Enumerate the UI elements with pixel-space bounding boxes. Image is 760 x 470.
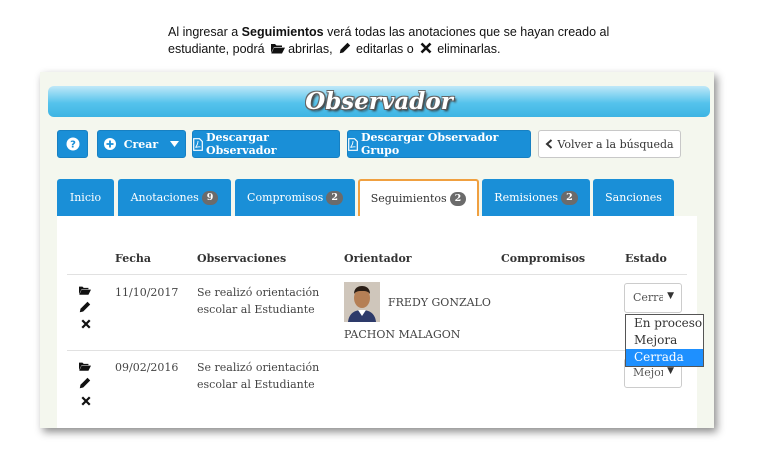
tab-badge: 2 xyxy=(326,190,343,205)
plus-circle-icon xyxy=(103,138,116,150)
banner-title: Observador xyxy=(305,88,453,115)
descargar-grupo-label: Descargar Observador Grupo xyxy=(361,131,499,157)
close-icon[interactable] xyxy=(81,396,91,406)
tab-label: Inicio xyxy=(69,191,102,204)
tab-anotaciones[interactable]: Anotaciones 9 xyxy=(118,179,231,216)
instructions-prefix: Al ingresar a xyxy=(168,25,242,39)
pencil-icon xyxy=(339,42,353,54)
avatar-photo xyxy=(344,282,380,322)
header-orientador: Orientador xyxy=(344,252,412,265)
row1-obs-line1: Se realizó orientación xyxy=(197,286,320,299)
tab-label: Remisiones xyxy=(494,191,559,204)
tab-badge: 2 xyxy=(561,190,578,205)
tab-label: Compromisos xyxy=(247,191,324,204)
row2-obs-line1: Se realizó orientación xyxy=(197,361,320,374)
instructions-text: Al ingresar a Seguimientos verá todas la… xyxy=(168,24,638,58)
tab-label: Sanciones xyxy=(605,191,662,204)
row1-orientador-line1: FREDY GONZALO xyxy=(388,296,491,309)
pencil-icon[interactable] xyxy=(79,377,91,389)
descargar-observador-label: Descargar Observador xyxy=(206,131,277,157)
chevron-left-icon xyxy=(545,139,553,149)
divider xyxy=(67,350,687,351)
dropdown-option-mejora[interactable]: Mejora xyxy=(626,332,703,349)
dropdown-option-cerrada[interactable]: Cerrada xyxy=(626,349,703,366)
folder-open-icon[interactable] xyxy=(79,360,91,372)
descargar-observador-button[interactable]: Descargar Observador xyxy=(192,130,340,158)
estado-value: Cerrada xyxy=(633,291,663,304)
caret-down-icon xyxy=(170,141,180,147)
tab-inicio[interactable]: Inicio xyxy=(57,179,114,216)
row2-fecha: 09/02/2016 xyxy=(115,361,179,374)
banner: Observador xyxy=(48,86,710,117)
help-button[interactable]: ? xyxy=(57,130,88,158)
descargar-grupo-button[interactable]: Descargar Observador Grupo xyxy=(347,130,531,158)
file-pdf-icon xyxy=(348,137,358,151)
instructions-delete: eliminarlas. xyxy=(437,42,501,56)
tab-badge: 2 xyxy=(449,191,467,206)
seguimientos-table: Fecha Observaciones Orientador Compromis… xyxy=(57,216,704,428)
observador-panel: Observador ? Crear Descargar Observador … xyxy=(40,72,714,428)
row1-fecha: 11/10/2017 xyxy=(115,286,179,299)
header-fecha: Fecha xyxy=(115,252,152,265)
tab-sanciones[interactable]: Sanciones xyxy=(593,179,674,216)
svg-text:?: ? xyxy=(70,140,76,151)
caret-down-icon: ▼ xyxy=(667,366,674,376)
header-estado: Estado xyxy=(625,252,667,265)
folder-open-icon xyxy=(271,42,286,54)
row2-obs-line2: escolar al Estudiante xyxy=(197,378,315,391)
tab-label: Seguimientos xyxy=(370,192,447,205)
tab-remisiones[interactable]: Remisiones 2 xyxy=(482,179,590,216)
pencil-icon[interactable] xyxy=(79,301,91,313)
avatar xyxy=(344,282,380,322)
tab-label: Anotaciones xyxy=(130,191,199,204)
header-observaciones: Observaciones xyxy=(197,252,287,265)
folder-open-icon[interactable] xyxy=(79,284,91,296)
volver-label: Volver a la búsqueda xyxy=(557,137,674,151)
estado-select[interactable]: Cerrada ▼ xyxy=(624,283,682,313)
header-compromisos: Compromisos xyxy=(501,252,586,265)
row1-orientador-line2: PACHON MALAGON xyxy=(344,328,461,341)
row1-obs-line2: escolar al Estudiante xyxy=(197,303,315,316)
tab-compromisos[interactable]: Compromisos 2 xyxy=(235,179,355,216)
file-pdf-icon xyxy=(193,137,203,151)
crear-label: Crear xyxy=(123,137,159,151)
crear-button[interactable]: Crear xyxy=(97,130,186,158)
dropdown-option-en-proceso[interactable]: En proceso xyxy=(626,315,703,332)
volver-busqueda-button[interactable]: Volver a la búsqueda xyxy=(538,130,681,158)
instructions-open: abrirlas, xyxy=(288,42,333,56)
close-icon[interactable] xyxy=(81,319,91,329)
close-icon xyxy=(420,42,434,54)
divider xyxy=(67,274,687,275)
instructions-bold: Seguimientos xyxy=(241,25,324,39)
question-icon: ? xyxy=(66,137,79,151)
instructions-edit: editarlas o xyxy=(356,42,414,56)
tab-seguimientos[interactable]: Seguimientos 2 xyxy=(358,179,479,216)
estado-dropdown: En proceso Mejora Cerrada xyxy=(625,314,704,367)
caret-down-icon: ▼ xyxy=(667,291,674,301)
tab-badge: 9 xyxy=(201,190,219,205)
estado-value: Mejora xyxy=(633,366,663,379)
